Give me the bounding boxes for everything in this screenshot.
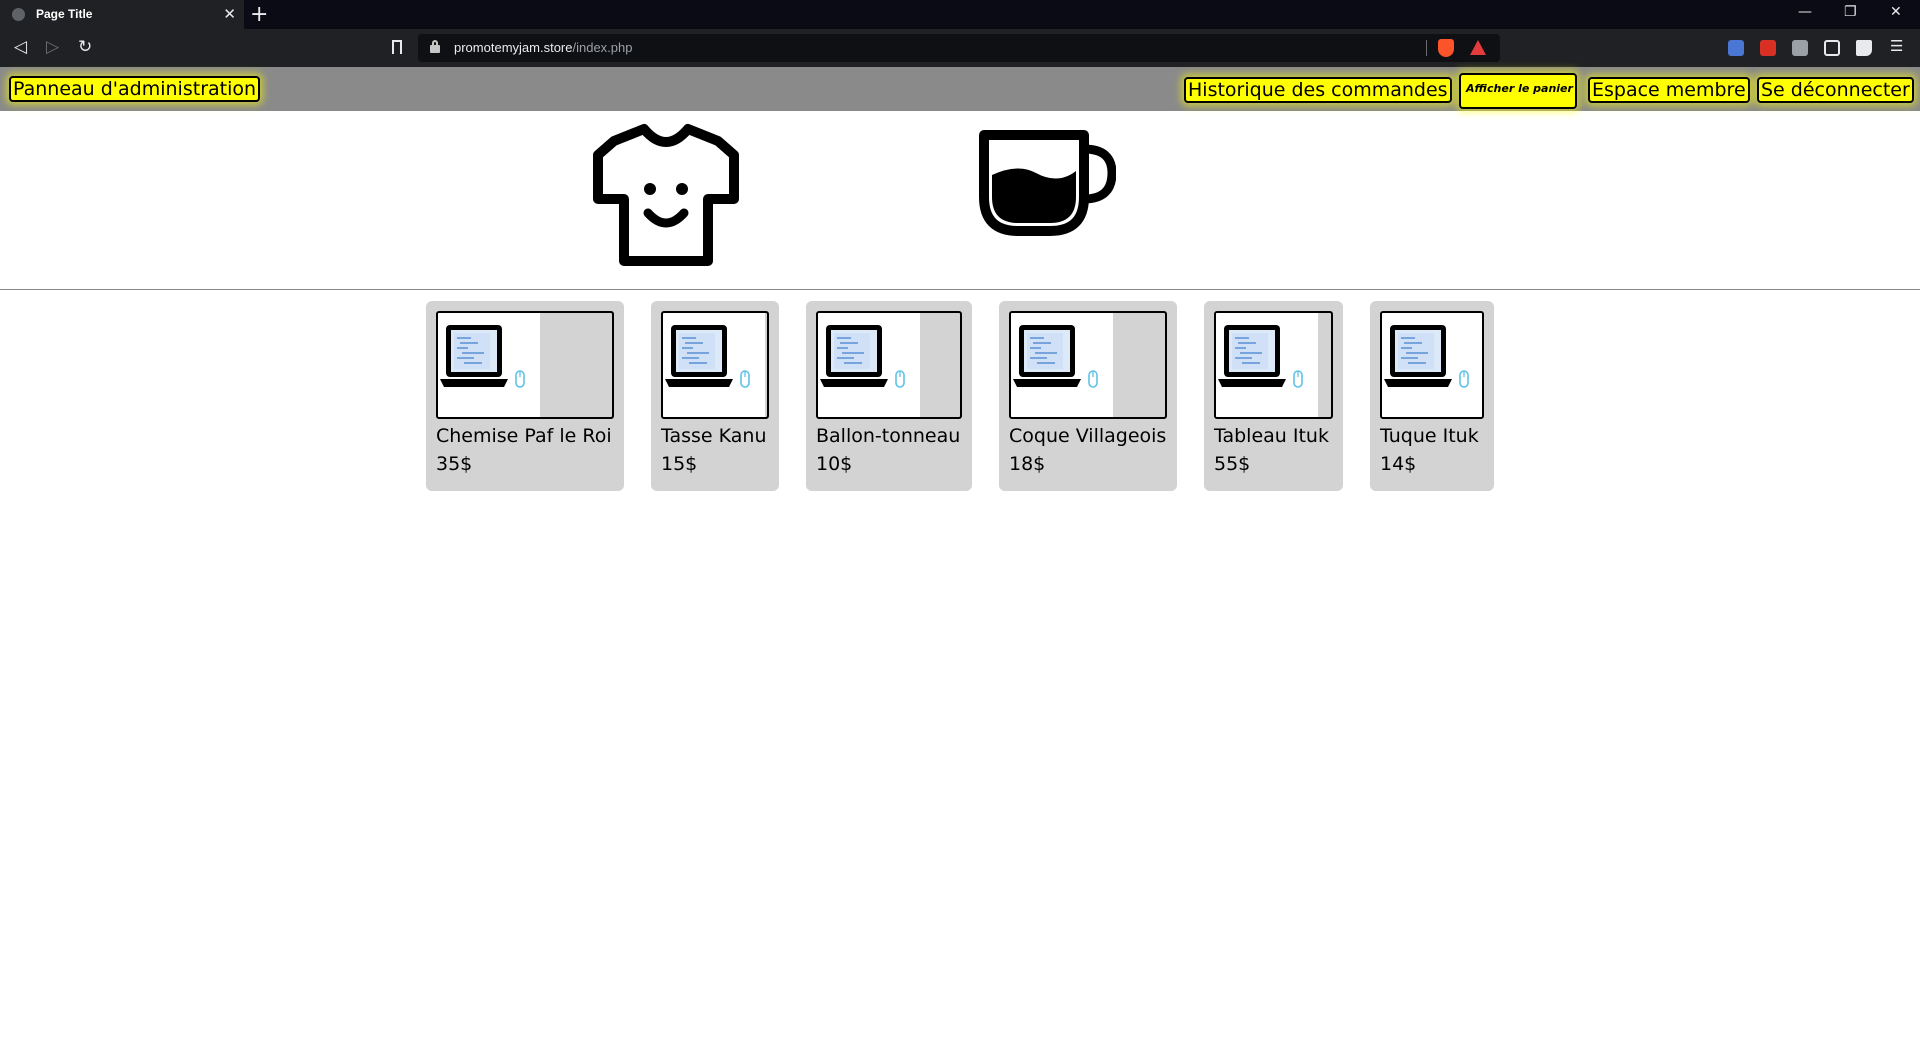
translate-extension-icon[interactable] (1728, 40, 1744, 56)
logout-link[interactable]: Se déconnecter (1757, 77, 1914, 103)
browser-toolbar: ◁ ▷ ↻ promotemyjam.store/index.php ☰ (0, 29, 1920, 67)
globe-icon (12, 8, 25, 21)
page: Panneau d'administration Historique des … (0, 67, 1920, 1040)
product-image (1214, 311, 1333, 419)
laptop-illustration (1382, 313, 1482, 417)
laptop-illustration (818, 313, 920, 417)
section-divider (0, 289, 1920, 290)
product-name: Tuque Ituk (1380, 425, 1479, 447)
urlbar-separator (1426, 40, 1427, 56)
product-image (1009, 311, 1167, 419)
url-path: /index.php (572, 40, 633, 55)
restore-icon[interactable]: ❐ (1844, 4, 1857, 20)
product-name: Coque Villageois (1009, 425, 1167, 447)
product-card[interactable]: Chemise Paf le Roi 35$ (426, 301, 624, 491)
back-icon[interactable]: ◁ (14, 37, 27, 57)
product-card[interactable]: Coque Villageois 18$ (999, 301, 1177, 491)
brave-shields-icon[interactable] (1438, 39, 1454, 57)
product-image (1380, 311, 1484, 419)
laptop-illustration (438, 313, 540, 417)
brave-rewards-icon[interactable] (1470, 40, 1486, 55)
product-name: Tableau Ituk (1214, 425, 1329, 447)
product-image (816, 311, 962, 419)
address-bar[interactable]: promotemyjam.store/index.php (418, 34, 1500, 62)
product-card[interactable]: Tableau Ituk 55$ (1204, 301, 1343, 491)
product-card[interactable]: Tuque Ituk 14$ (1370, 301, 1494, 491)
minimize-icon[interactable]: — (1798, 4, 1812, 20)
product-name: Chemise Paf le Roi (436, 425, 612, 447)
product-price: 55$ (1214, 453, 1251, 475)
tab-title: Page Title (36, 7, 93, 21)
product-price: 10$ (816, 453, 853, 475)
laptop-illustration (1216, 313, 1318, 417)
product-image (661, 311, 769, 419)
close-window-icon[interactable]: ✕ (1890, 4, 1902, 20)
close-tab-icon[interactable]: ✕ (223, 5, 236, 23)
puzzle-icon[interactable] (1856, 40, 1872, 56)
product-card[interactable]: Ballon-tonneau 10$ (806, 301, 972, 491)
bookmark-icon[interactable] (392, 40, 402, 54)
url-host: promotemyjam.store (454, 40, 573, 55)
forward-icon: ▷ (46, 37, 60, 57)
extension-icon[interactable] (1792, 40, 1808, 56)
browser-tab[interactable]: Page Title ✕ (0, 0, 244, 29)
product-name: Ballon-tonneau (816, 425, 961, 447)
coffee-cup-icon[interactable] (978, 127, 1117, 239)
product-price: 18$ (1009, 453, 1046, 475)
product-name: Tasse Kanu (661, 425, 767, 447)
reload-icon[interactable]: ↻ (78, 37, 92, 57)
view-cart-button[interactable]: Afficher le panier (1459, 73, 1577, 109)
order-history-link[interactable]: Historique des commandes (1184, 77, 1452, 103)
calendar-extension-icon[interactable] (1760, 40, 1776, 56)
laptop-illustration (663, 313, 765, 417)
lock-icon (430, 40, 440, 53)
top-nav: Panneau d'administration Historique des … (0, 67, 1920, 111)
tshirt-icon[interactable] (592, 121, 740, 267)
product-price: 15$ (661, 453, 698, 475)
tab-strip: Page Title ✕ + — ❐ ✕ (0, 0, 1920, 29)
admin-panel-link[interactable]: Panneau d'administration (9, 76, 261, 102)
new-tab-button[interactable]: + (250, 2, 268, 27)
product-price: 35$ (436, 453, 473, 475)
reader-extension-icon[interactable] (1824, 40, 1840, 56)
product-card[interactable]: Tasse Kanu 15$ (651, 301, 779, 491)
laptop-illustration (1011, 313, 1113, 417)
menu-icon[interactable]: ☰ (1890, 37, 1903, 55)
product-image (436, 311, 614, 419)
member-area-link[interactable]: Espace membre (1588, 77, 1750, 103)
url-text: promotemyjam.store/index.php (454, 40, 632, 55)
product-price: 14$ (1380, 453, 1417, 475)
